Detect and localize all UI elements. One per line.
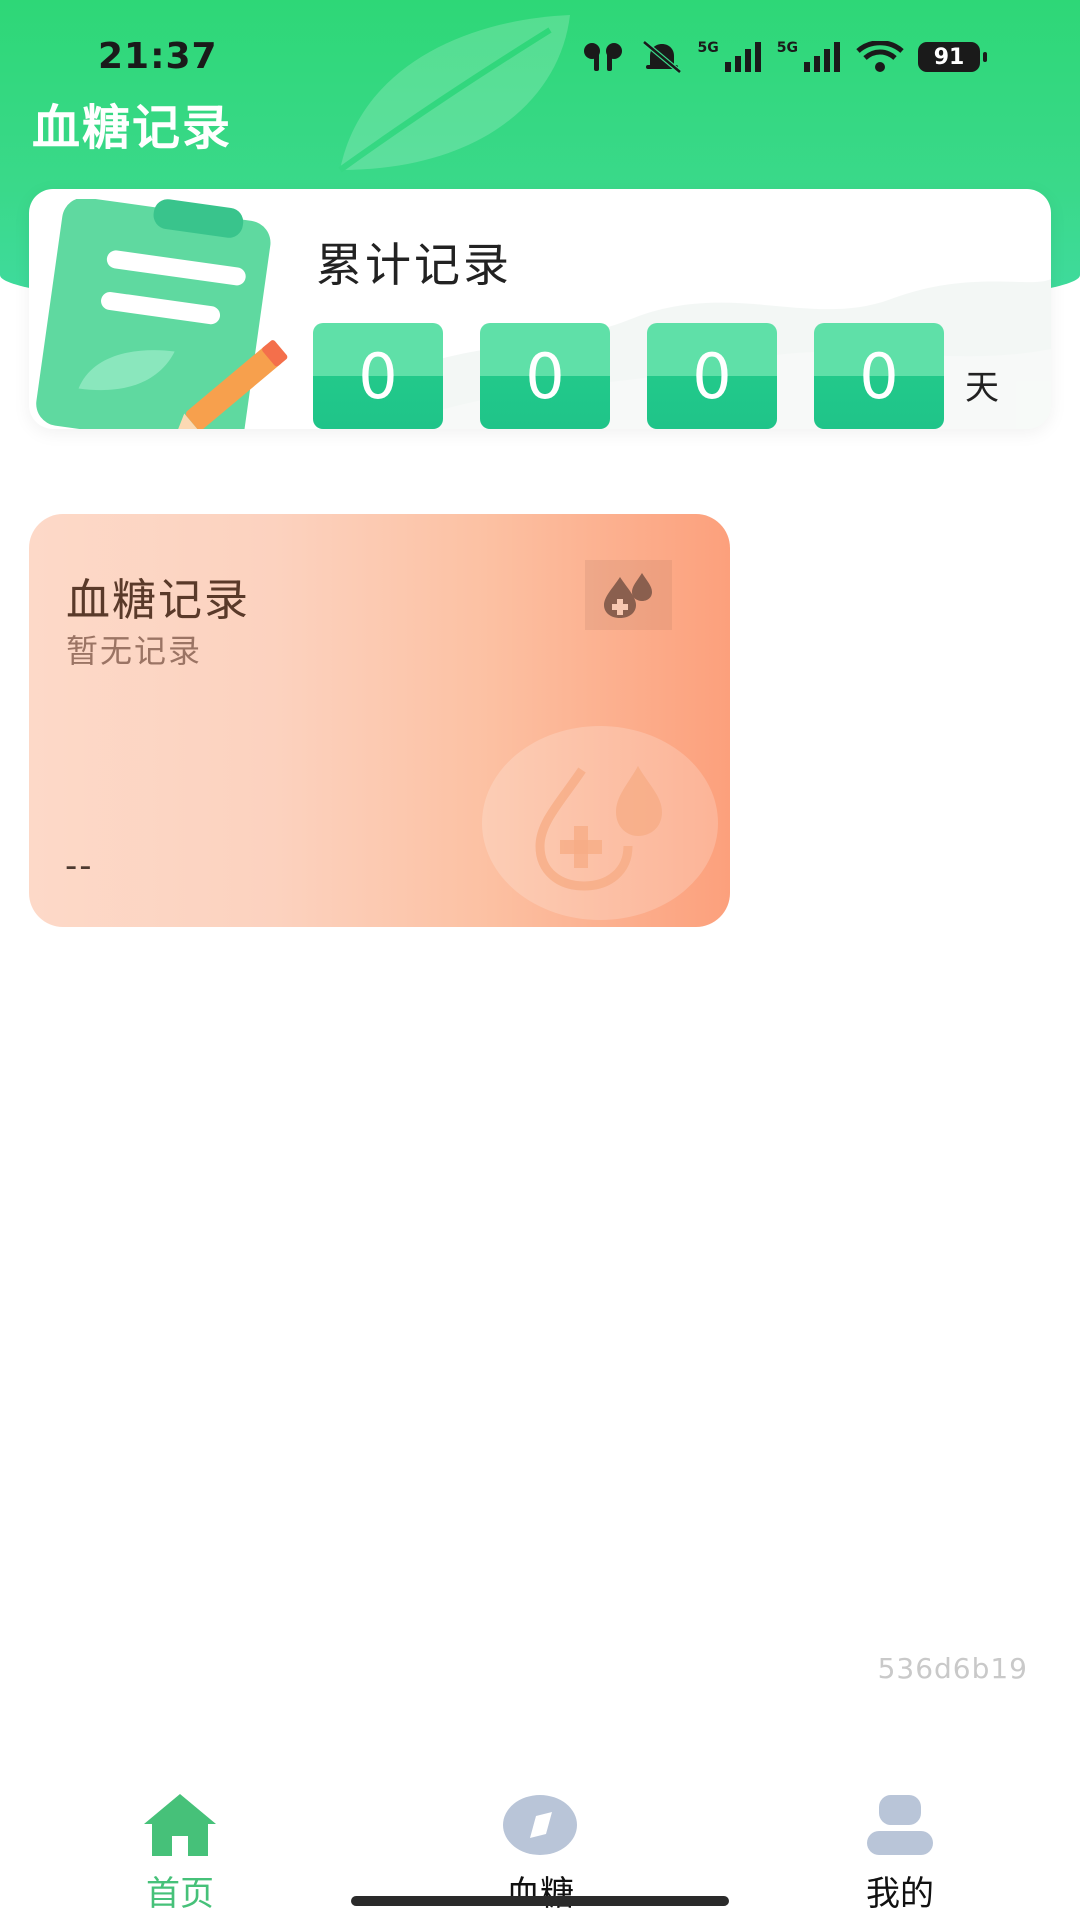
mute-bell-icon: [641, 40, 682, 74]
digit-box: 0: [814, 323, 944, 429]
status-icons: 5G 5G 91: [580, 40, 987, 74]
digit-box: 0: [647, 323, 777, 429]
build-id: 536d6b19: [877, 1652, 1028, 1685]
user-icon: [867, 1795, 933, 1855]
blood-drop-icon: [535, 766, 662, 891]
battery-indicator: 91: [918, 42, 987, 72]
home-icon: [144, 1794, 216, 1856]
record-latest-value: --: [65, 846, 94, 886]
tab-home[interactable]: 首页: [80, 1790, 280, 1920]
signal-label-2: 5G: [776, 40, 798, 56]
blood-sugar-record-card[interactable]: 血糖记录 暂无记录 --: [29, 514, 730, 927]
days-unit-label: 天: [965, 368, 999, 408]
record-card-subtitle: 暂无记录: [66, 632, 203, 670]
record-icon-box: [585, 560, 672, 630]
signal-label-1: 5G: [697, 40, 719, 56]
compass-icon: [503, 1795, 577, 1855]
digit-box: 0: [480, 323, 610, 429]
home-indicator[interactable]: [351, 1896, 729, 1906]
signal-bars-icon: [804, 42, 840, 72]
tab-blood-sugar-label: 血糖: [506, 1874, 574, 1914]
page-title: 血糖记录: [32, 100, 233, 156]
wifi-icon: [856, 41, 904, 72]
tab-mine[interactable]: 我的: [800, 1790, 1000, 1920]
summary-card: 累计记录 0 0 0 0 天: [29, 189, 1051, 429]
record-days-counter: 0 0 0 0 天: [313, 323, 999, 429]
tab-mine-label: 我的: [866, 1874, 934, 1914]
digit-box: 0: [313, 323, 443, 429]
earbuds-icon: [583, 43, 622, 71]
blood-drop-icon: [603, 573, 652, 618]
record-background-circle: [482, 726, 718, 920]
clipboard-pencil-icon: [36, 199, 288, 429]
signal-bars-icon: [724, 42, 761, 72]
record-card-title: 血糖记录: [66, 575, 250, 626]
status-time: 21:37: [98, 36, 218, 77]
summary-title: 累计记录: [316, 238, 512, 292]
tab-home-label: 首页: [146, 1874, 214, 1914]
